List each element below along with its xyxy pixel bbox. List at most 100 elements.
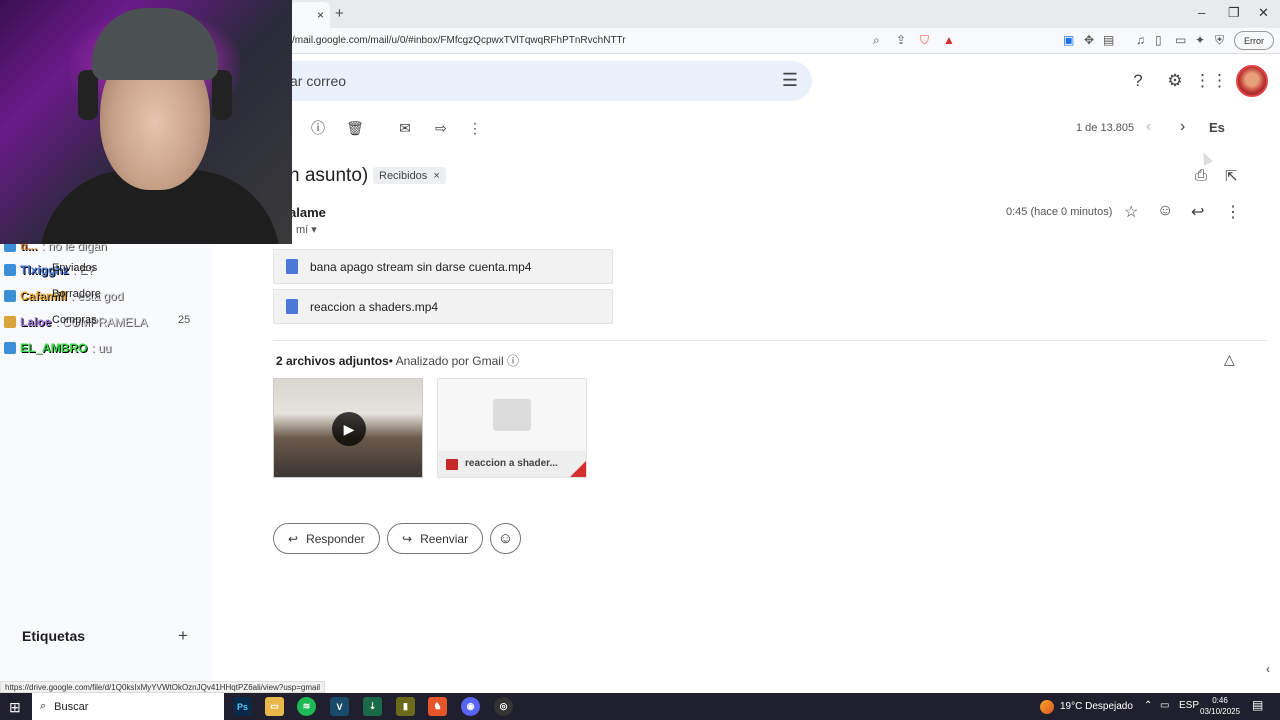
vegas-icon[interactable]: V [330,697,349,716]
app2-icon[interactable]: ▮ [396,697,415,716]
help-icon[interactable]: ? [1127,70,1149,92]
discord-icon[interactable]: ◉ [461,697,480,716]
divider [273,340,1267,341]
windows-start-icon[interactable]: ⊞ [9,699,21,716]
extensions-icon[interactable]: ✥ [1084,33,1094,47]
emoji-react-icon[interactable]: ☺ [1157,202,1173,220]
recipient-line[interactable]: mí ▾ [296,223,317,236]
brave-shield-icon[interactable]: ⛉ [920,33,929,48]
attachment-link-name[interactable]: reaccion a shaders.mp4 [310,300,438,314]
network-icon[interactable]: ▭ [1160,700,1169,711]
account-avatar[interactable] [1236,65,1268,97]
tab-close-icon[interactable]: × [317,8,324,22]
label-chip-text: Recibidos [379,169,428,182]
spotify-icon[interactable]: ≋ [297,697,316,716]
error-pill[interactable]: Error [1234,31,1274,50]
more-options-icon[interactable]: ⋮ [465,118,485,138]
input-tools-button[interactable]: Es [1209,120,1225,135]
search-placeholder[interactable]: ar correo [290,73,346,89]
reply-button-label: Responder [306,531,365,546]
zoom-icon[interactable]: ⌕ [873,33,880,48]
search-options-icon[interactable]: ☰ [782,70,798,91]
star-icon[interactable]: ☆ [1124,202,1138,222]
label-chip[interactable]: Recibidos × [373,167,446,184]
search-box[interactable]: ar correo ☰ [290,61,812,101]
sidebar-icon[interactable]: ▯ [1155,33,1162,47]
message-more-icon[interactable]: ⋮ [1225,202,1241,222]
report-spam-icon[interactable]: ⓘ [308,118,328,138]
email-time: 0:45 (hace 0 minutos) [1006,206,1113,218]
attachment-link-name[interactable]: bana apago stream sin darse cuenta.mp4 [310,260,531,274]
sidebar-item-purchases[interactable]: Compras [52,314,97,326]
translate-icon[interactable]: ▣ [1063,33,1074,47]
media-icon[interactable]: ♫ [1136,33,1145,47]
sender-name[interactable]: alame [289,205,326,220]
message-counter: 1 de 13.805 [1076,122,1135,134]
brave-browser-icon[interactable]: ♞ [428,697,447,716]
play-icon[interactable]: ▶ [332,412,366,446]
tray-chevron-icon[interactable]: ⌃ [1144,700,1152,711]
url-text[interactable]: /mail.google.com/mail/u/0/#inbox/FMfcgzQ… [292,35,626,46]
obs-icon[interactable]: ◎ [494,697,513,716]
add-to-drive-icon[interactable]: △ [1224,351,1235,368]
taskbar-clock[interactable]: 0:46 03/10/2025 [1200,695,1240,717]
leo-icon[interactable]: ✦ [1195,33,1205,47]
minimize-button[interactable]: – [1198,5,1205,20]
notifications-icon[interactable]: ▤ [1252,698,1263,712]
weather-widget[interactable]: 19°C Despejado [1040,693,1133,720]
video-attachment-card[interactable]: reaccion a shader... [437,378,587,478]
open-new-window-icon[interactable]: ⇱ [1225,167,1238,185]
webcam-overlay [0,0,292,244]
headphone-left [78,70,98,120]
close-window-button[interactable]: ✕ [1258,5,1269,21]
app-icon[interactable]: ⇣ [363,697,382,716]
show-details-chevron-icon[interactable]: ▾ [311,224,317,236]
taskbar-search[interactable]: ⌕ Buscar [32,693,224,720]
link-hover-status: https://drive.google.com/file/d/1Q0ksIxM… [0,681,326,693]
recipient-text: mí [296,224,309,236]
mouse-cursor [1198,150,1214,166]
chat-badge-icon [4,264,16,276]
lang-indicator[interactable]: ESP [1179,700,1199,711]
chat-user: EL_AMBRO [20,341,88,355]
attachment-link-row[interactable]: reaccion a shaders.mp4 [273,289,613,324]
apps-grid-icon[interactable]: ⋮⋮ [1194,70,1228,92]
older-chevron-icon[interactable]: › [1180,118,1185,136]
video-thumbnail[interactable]: ▶ [273,378,423,478]
video-placeholder-icon [493,399,531,431]
attachment-summary: 2 archivos adjuntos• Analizado por Gmail… [276,352,519,369]
mark-unread-icon[interactable]: ✉ [395,118,415,138]
reader-icon[interactable]: ▤ [1103,33,1114,47]
chat-user: Laloe [20,315,52,329]
settings-gear-icon[interactable]: ⚙ [1164,70,1186,92]
purchases-count: 25 [178,314,191,326]
print-icon[interactable]: ⎙ [1195,167,1207,184]
share-icon[interactable]: ⇪ [896,33,906,47]
sidebar-item-sent[interactable]: Enviados [52,262,97,274]
attachment-link-row[interactable]: bana apago stream sin darse cuenta.mp4 [273,249,613,284]
move-to-icon[interactable]: ⇨ [431,118,451,138]
weather-sun-icon [1040,699,1054,714]
photoshop-icon[interactable]: Ps [233,697,252,716]
newer-chevron-icon[interactable]: ‹ [1146,118,1151,136]
sidebar-item-drafts[interactable]: Borradore [52,288,101,300]
taskbar-search-label: Buscar [54,700,89,713]
file-explorer-icon[interactable]: ▭ [265,697,284,716]
label-remove-icon[interactable]: × [433,170,439,182]
delete-icon[interactable]: 🗑 [345,118,365,138]
add-label-button[interactable]: + [178,626,188,646]
drive-file-icon [286,259,298,274]
brave-rewards-icon[interactable]: ▲ [943,33,955,47]
browser-tab[interactable]: × [290,2,330,28]
new-tab-button[interactable]: + [335,5,344,22]
vpn-icon[interactable]: ⛨ [1215,33,1224,48]
forward-button[interactable]: ↪ Reenviar [387,523,484,554]
reply-button[interactable]: ↩ Responder [273,523,380,554]
attachment-count: 2 archivos adjuntos [276,354,389,368]
wallet-icon[interactable]: ▭ [1175,33,1186,47]
maximize-button[interactable]: ❐ [1228,5,1240,21]
side-panel-toggle-icon[interactable]: ‹ [1266,662,1270,676]
info-icon[interactable]: ⓘ [507,354,519,368]
reply-icon[interactable]: ↩ [1191,202,1204,222]
emoji-button[interactable]: ☺ [490,523,521,554]
